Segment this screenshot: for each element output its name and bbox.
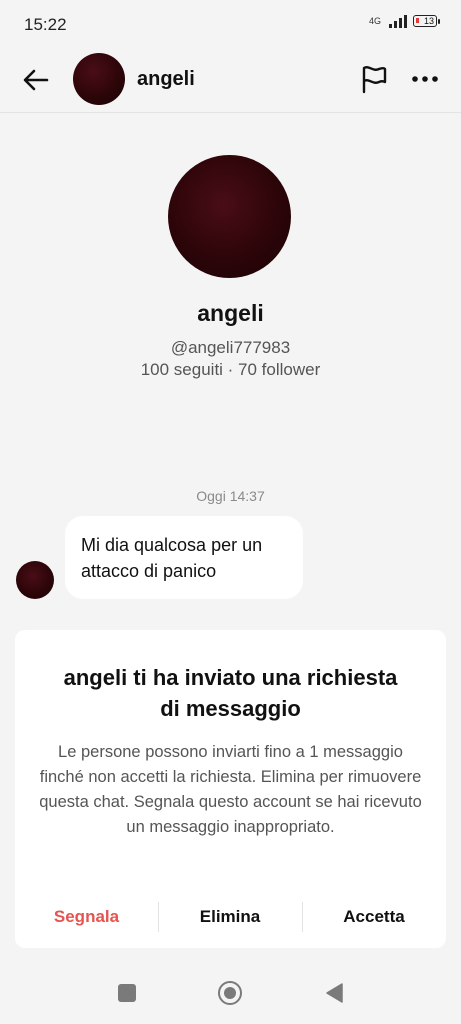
message-request-card: angeli ti ha inviato una richiesta di me… — [15, 630, 446, 948]
home-icon[interactable] — [218, 981, 242, 1005]
delete-button[interactable]: Elimina — [158, 900, 302, 934]
request-description: Le persone possono inviarti fino a 1 mes… — [39, 743, 422, 836]
status-indicators: 4G 13 — [369, 14, 440, 28]
more-icon[interactable] — [409, 64, 441, 94]
system-navigation-bar — [0, 965, 461, 1024]
report-button[interactable]: Segnala — [15, 900, 158, 934]
flag-icon[interactable] — [359, 64, 389, 94]
profile-stats: 100 seguiti · 70 follower — [140, 360, 321, 379]
request-actions: Segnala Elimina Accetta — [15, 900, 446, 934]
profile-handle: @angeli777983 — [170, 338, 291, 357]
battery-icon: 13 — [413, 15, 440, 27]
status-time: 15:22 — [24, 15, 67, 34]
profile-name: angeli — [197, 300, 264, 326]
message-timestamp: Oggi 14:37 — [196, 488, 265, 504]
profile-avatar[interactable] — [168, 155, 291, 278]
status-bar: 15:22 4G 13 — [0, 0, 461, 48]
recents-icon[interactable] — [118, 984, 136, 1002]
chat-header: angeli — [0, 48, 461, 113]
message-avatar[interactable] — [16, 561, 54, 599]
accept-button[interactable]: Accetta — [302, 900, 446, 934]
header-avatar[interactable] — [73, 53, 125, 105]
header-username[interactable]: angeli — [137, 68, 195, 91]
back-arrow-icon[interactable] — [20, 64, 52, 96]
battery-level: 13 — [423, 16, 434, 26]
network-type: 4G — [369, 15, 382, 26]
request-title: angeli ti ha inviato una richiesta di me… — [63, 665, 398, 721]
nav-back-icon[interactable] — [324, 982, 344, 1004]
signal-icon — [389, 14, 407, 28]
message-bubble[interactable]: Mi dia qualcosa per un attacco di panico — [65, 516, 303, 599]
